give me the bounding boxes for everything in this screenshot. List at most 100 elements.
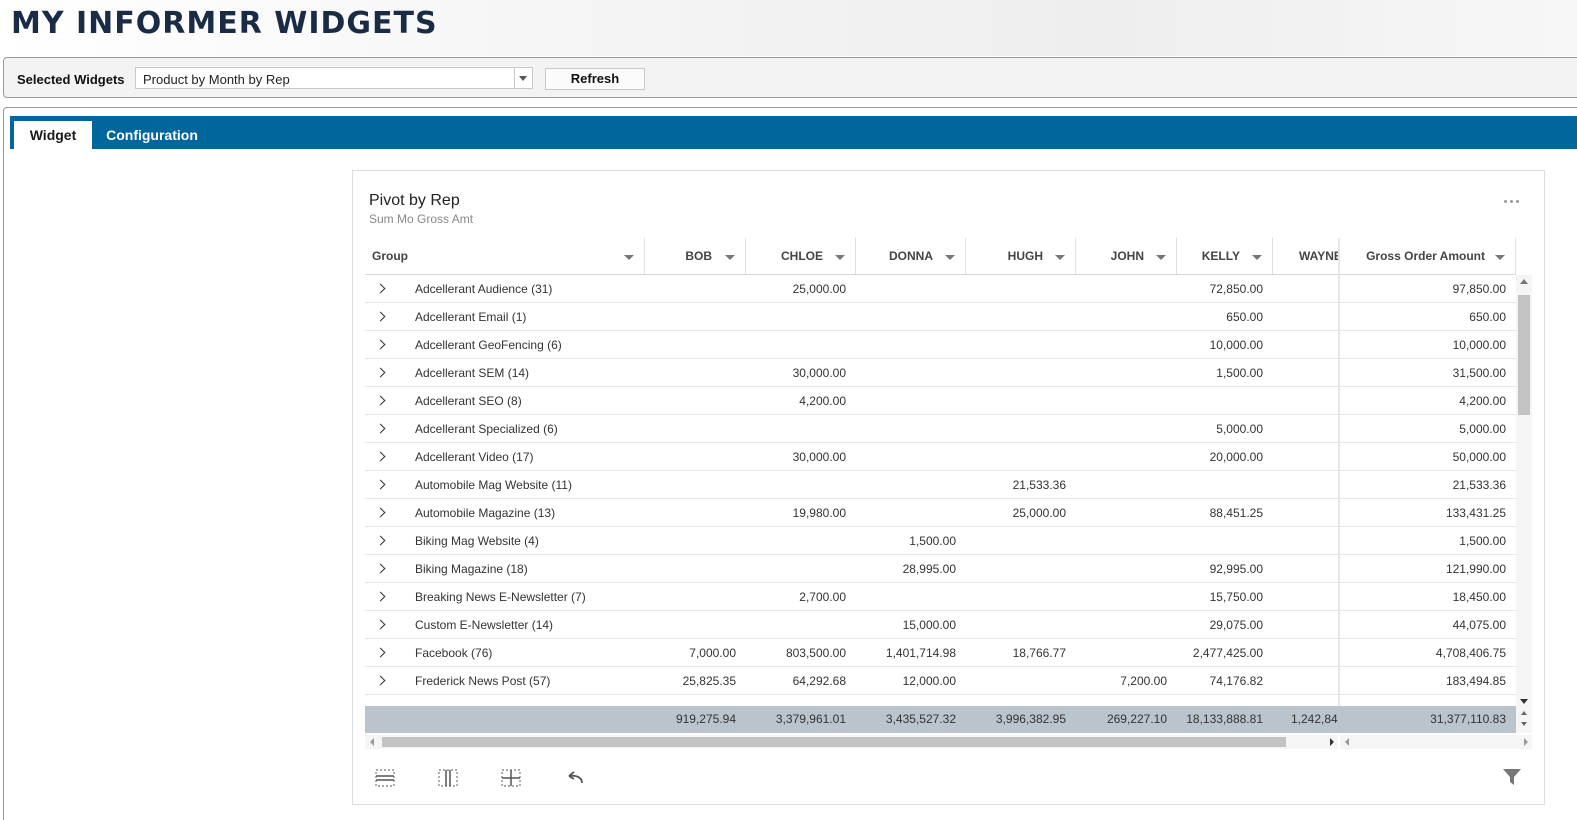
frozen-column-divider bbox=[1338, 238, 1340, 708]
chevron-right-icon[interactable] bbox=[375, 395, 386, 406]
value-cell-donna: 1,401,714.98 bbox=[885, 646, 956, 660]
total-cell-gross-order-amount: 31,377,110.83 bbox=[1430, 712, 1506, 726]
value-cell-bob: 25,825.35 bbox=[682, 674, 736, 688]
value-cell-total: 21,533.36 bbox=[1452, 478, 1506, 492]
group-cell: Facebook (76) bbox=[415, 646, 493, 660]
chevron-right-icon[interactable] bbox=[375, 647, 386, 658]
tab-configuration[interactable]: Configuration bbox=[102, 121, 202, 149]
column-header-chloe[interactable]: CHLOE bbox=[746, 238, 856, 274]
value-cell-donna: 28,995.00 bbox=[902, 562, 956, 576]
sort-arrow-icon[interactable] bbox=[624, 255, 634, 260]
chevron-right-icon[interactable] bbox=[375, 479, 386, 490]
value-cell-chloe: 25,000.00 bbox=[792, 282, 846, 296]
pivot-grid: Group BOB CHLOE DONNA HUGH JOHN KELLY WA… bbox=[365, 238, 1532, 750]
chevron-right-icon[interactable] bbox=[375, 339, 386, 350]
value-cell-kelly: 20,000.00 bbox=[1209, 450, 1263, 464]
widget-subtitle: Sum Mo Gross Amt bbox=[369, 212, 474, 226]
horizontal-scrollbar[interactable] bbox=[365, 735, 1338, 749]
chevron-right-icon[interactable] bbox=[375, 311, 386, 322]
vertical-scroll-thumb[interactable] bbox=[1518, 295, 1530, 415]
chevron-right-icon[interactable] bbox=[375, 507, 386, 518]
table-row[interactable]: Adcellerant Audience (31) 25,000.00 72,8… bbox=[365, 275, 1516, 303]
chevron-right-icon[interactable] bbox=[375, 451, 386, 462]
table-row[interactable]: Adcellerant GeoFencing (6) 10,000.00 10,… bbox=[365, 331, 1516, 359]
chevron-right-icon[interactable] bbox=[375, 283, 386, 294]
chevron-right-icon[interactable] bbox=[375, 675, 386, 686]
sort-arrow-icon[interactable] bbox=[1495, 255, 1505, 260]
chevron-right-icon[interactable] bbox=[375, 591, 386, 602]
totals-scroll-buttons[interactable] bbox=[1516, 706, 1532, 733]
chevron-right-icon[interactable] bbox=[375, 563, 386, 574]
scroll-up-arrow-icon[interactable] bbox=[1520, 279, 1528, 284]
table-row[interactable]: Breaking News E-Newsletter (7) 2,700.00 … bbox=[365, 583, 1516, 611]
scroll-up-arrow-icon[interactable] bbox=[1521, 711, 1527, 715]
table-row[interactable]: Automobile Mag Website (11) 21,533.36 21… bbox=[365, 471, 1516, 499]
scroll-right-arrow-icon[interactable] bbox=[1330, 738, 1334, 746]
total-cell-donna: 3,435,527.32 bbox=[885, 712, 956, 726]
refresh-button[interactable]: Refresh bbox=[545, 68, 645, 90]
collapse-rows-icon[interactable] bbox=[374, 768, 396, 788]
table-row[interactable]: Adcellerant Video (17) 30,000.00 20,000.… bbox=[365, 443, 1516, 471]
total-cell-wayne: 1,242,84 bbox=[1291, 712, 1338, 726]
group-cell: Custom E-Newsletter (14) bbox=[415, 618, 554, 632]
table-row[interactable]: Automobile Magazine (13) 19,980.00 25,00… bbox=[365, 499, 1516, 527]
grid-header: Group BOB CHLOE DONNA HUGH JOHN KELLY WA… bbox=[365, 238, 1516, 275]
column-header-group[interactable]: Group bbox=[365, 238, 645, 274]
sort-arrow-icon[interactable] bbox=[1055, 255, 1065, 260]
column-header-donna[interactable]: DONNA bbox=[856, 238, 966, 274]
chevron-right-icon[interactable] bbox=[375, 367, 386, 378]
value-cell-total: 121,990.00 bbox=[1445, 562, 1506, 576]
more-options-icon[interactable] bbox=[1504, 200, 1520, 204]
table-row[interactable]: Biking Magazine (18) 28,995.00 92,995.00… bbox=[365, 555, 1516, 583]
table-row[interactable]: Frederick News Post (57) 25,825.35 64,29… bbox=[365, 667, 1516, 695]
vertical-scrollbar[interactable] bbox=[1516, 275, 1532, 706]
value-cell-hugh: 25,000.00 bbox=[1012, 506, 1066, 520]
table-row[interactable]: Adcellerant SEO (8) 4,200.00 4,200.00 bbox=[365, 387, 1516, 415]
frozen-horizontal-scrollbar[interactable] bbox=[1340, 735, 1532, 749]
chevron-right-icon[interactable] bbox=[375, 423, 386, 434]
scroll-left-arrow-icon[interactable] bbox=[1345, 738, 1349, 746]
column-header-gross-order-amount[interactable]: Gross Order Amount bbox=[1340, 238, 1516, 274]
tab-widget[interactable]: Widget bbox=[14, 121, 92, 149]
group-cell: Breaking News E-Newsletter (7) bbox=[415, 590, 586, 604]
group-cell: Adcellerant SEM (14) bbox=[415, 366, 530, 380]
chevron-right-icon[interactable] bbox=[375, 535, 386, 546]
sort-arrow-icon[interactable] bbox=[725, 255, 735, 260]
scroll-down-arrow-icon[interactable] bbox=[1520, 699, 1528, 704]
sort-arrow-icon[interactable] bbox=[945, 255, 955, 260]
column-header-bob[interactable]: BOB bbox=[645, 238, 746, 274]
scroll-right-arrow-icon[interactable] bbox=[1524, 738, 1528, 746]
column-header-label: WAYNE bbox=[1299, 249, 1338, 263]
column-header-kelly[interactable]: KELLY bbox=[1177, 238, 1273, 274]
table-row[interactable]: Adcellerant Specialized (6) 5,000.00 5,0… bbox=[365, 415, 1516, 443]
expand-all-icon[interactable] bbox=[500, 768, 522, 788]
column-header-hugh[interactable]: HUGH bbox=[966, 238, 1076, 274]
column-header-label: BOB bbox=[685, 249, 712, 263]
scroll-down-arrow-icon[interactable] bbox=[1521, 722, 1527, 726]
sort-arrow-icon[interactable] bbox=[1156, 255, 1166, 260]
column-header-wayne[interactable]: WAYNE bbox=[1273, 238, 1338, 274]
filter-icon[interactable] bbox=[1502, 767, 1522, 787]
table-row[interactable]: Adcellerant Email (1) 650.00 650.00 bbox=[365, 303, 1516, 331]
value-cell-donna: 1,500.00 bbox=[909, 534, 956, 548]
value-cell-total: 1,500.00 bbox=[1459, 534, 1506, 548]
table-row[interactable]: Biking Mag Website (4) 1,500.00 1,500.00 bbox=[365, 527, 1516, 555]
chevron-right-icon[interactable] bbox=[375, 619, 386, 630]
collapse-columns-icon[interactable] bbox=[437, 768, 459, 788]
total-cell-kelly: 18,133,888.81 bbox=[1186, 712, 1263, 726]
value-cell-total: 97,850.00 bbox=[1452, 282, 1506, 296]
column-header-label: KELLY bbox=[1201, 249, 1240, 263]
undo-icon[interactable] bbox=[564, 768, 586, 788]
scroll-left-arrow-icon[interactable] bbox=[370, 738, 374, 746]
table-row[interactable]: Adcellerant SEM (14) 30,000.00 1,500.00 … bbox=[365, 359, 1516, 387]
value-cell-chloe: 64,292.68 bbox=[792, 674, 846, 688]
table-row[interactable]: Facebook (76) 7,000.00 803,500.00 1,401,… bbox=[365, 639, 1516, 667]
column-header-label: Group bbox=[372, 249, 408, 263]
table-row[interactable]: Custom E-Newsletter (14) 15,000.00 29,07… bbox=[365, 611, 1516, 639]
chevron-down-icon[interactable] bbox=[514, 68, 532, 88]
sort-arrow-icon[interactable] bbox=[835, 255, 845, 260]
horizontal-scroll-thumb[interactable] bbox=[382, 737, 1286, 747]
column-header-john[interactable]: JOHN bbox=[1076, 238, 1177, 274]
widget-select[interactable]: Product by Month by Rep bbox=[135, 67, 533, 89]
sort-arrow-icon[interactable] bbox=[1252, 255, 1262, 260]
